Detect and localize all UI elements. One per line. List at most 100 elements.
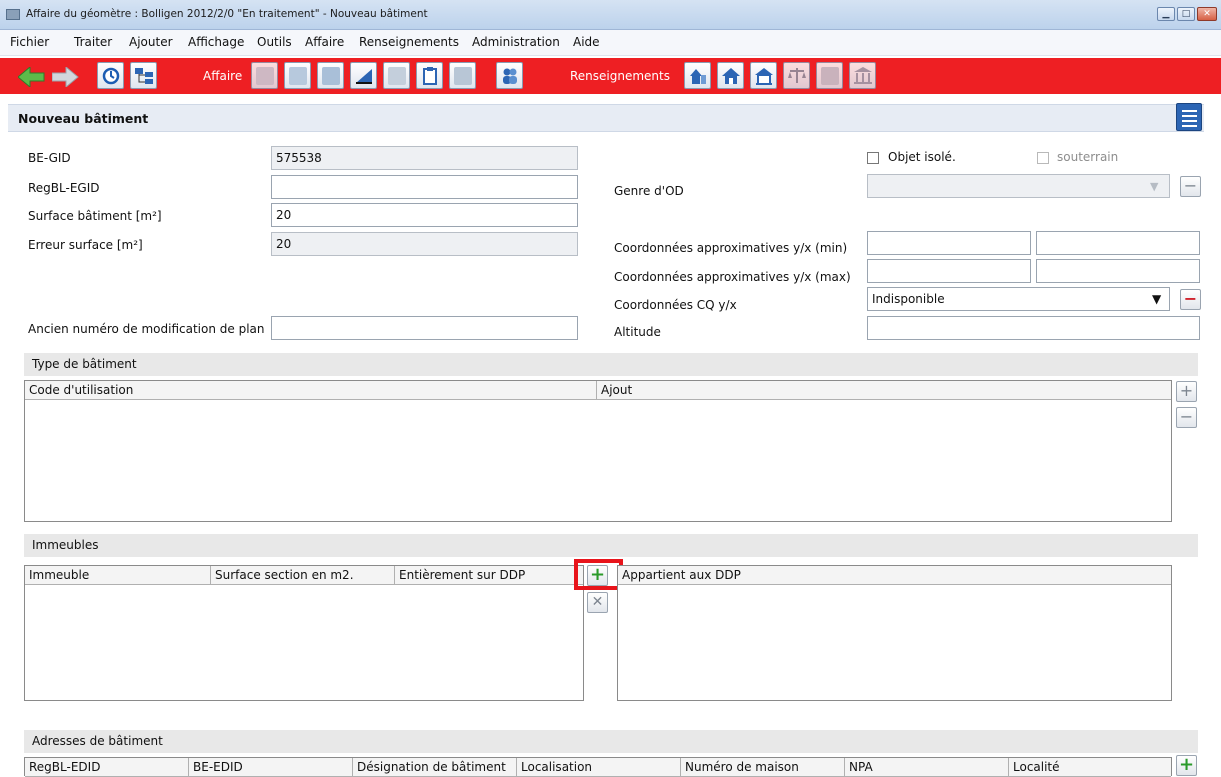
column-localisation[interactable]: Localisation [517,758,681,777]
surface-label: Surface bâtiment [m²] [28,209,162,223]
menu-affaire[interactable]: Affaire [305,35,344,49]
affaire-tool-2[interactable] [284,62,311,89]
renseignements-tool-6[interactable] [849,62,876,89]
altitude-input[interactable] [867,316,1200,340]
tree-view-button[interactable] [130,62,157,89]
renseignements-tool-2[interactable] [717,62,744,89]
report-icon [454,67,472,85]
genre-od-dropdown-icon[interactable]: ▼ [1150,180,1158,193]
clock-icon [102,67,120,85]
menu-renseignements[interactable]: Renseignements [359,35,459,49]
edit-document-icon [289,67,307,85]
coord-max-y-input[interactable] [867,259,1031,283]
coord-min-y-input[interactable] [867,231,1031,255]
coord-max-label: Coordonnées approximatives y/x (max) [614,270,851,284]
affaire-tool-3[interactable] [317,62,344,89]
maximize-button[interactable]: □ [1177,7,1195,21]
renseignements-tool-3[interactable] [750,62,777,89]
column-npa[interactable]: NPA [845,758,1009,777]
menu-aide[interactable]: Aide [573,35,600,49]
toolbar-affaire-label: Affaire [203,69,243,83]
adresse-add-button[interactable]: + [1176,755,1197,776]
coord-cq-dropdown-icon[interactable]: ▼ [1152,292,1161,306]
affaire-tool-4[interactable] [350,62,377,89]
renseignements-tool-1[interactable] [684,62,711,89]
document-clock-icon [256,67,274,85]
be-gid-label: BE-GID [28,151,71,165]
menu-bar: Fichier Traiter Ajouter Affichage Outils… [0,30,1221,56]
adresses-table[interactable]: RegBL-EDID BE-EDID Désignation de bâtime… [24,757,1172,777]
ancien-numero-label: Ancien numéro de modification de plan [28,322,265,336]
erreur-surface-field: 20 [271,232,578,256]
affaire-tool-5[interactable] [383,62,410,89]
column-immeuble[interactable]: Immeuble [25,566,211,585]
regbl-egid-input[interactable] [271,175,578,199]
column-appartient-ddp[interactable]: Appartient aux DDP [618,566,1171,585]
toolbar: Affaire Renseignements [0,58,1221,94]
scales-icon [788,68,806,83]
toolbar-renseignements-label: Renseignements [570,69,670,83]
panel-title: Nouveau bâtiment [18,111,149,126]
souterrain-checkbox[interactable] [1037,152,1049,164]
immeubles-header: Immeubles [24,534,1198,557]
objet-isole-checkbox[interactable] [867,152,879,164]
history-button[interactable] [97,62,124,89]
immeubles-table[interactable]: Immeuble Surface section en m2. Entièrem… [24,565,584,701]
tree-icon [135,68,153,84]
coord-min-x-input[interactable] [1036,231,1200,255]
genre-od-clear-button[interactable]: − [1180,176,1201,197]
institution-icon [854,67,872,84]
column-designation[interactable]: Désignation de bâtiment [353,758,517,777]
list-view-icon[interactable] [1176,103,1202,131]
surface-input[interactable]: 20 [271,203,578,227]
ddp-table[interactable]: Appartient aux DDP [617,565,1172,701]
affaire-tool-1[interactable] [251,62,278,89]
menu-traiter[interactable]: Traiter [74,35,112,49]
documents-icon [388,67,406,85]
window-title: Affaire du géomètre : Bolligen 2012/2/0 … [26,8,428,20]
coord-cq-select[interactable]: Indisponible [867,287,1170,311]
forward-arrow-icon[interactable] [52,67,80,87]
close-button[interactable]: ✕ [1197,7,1217,21]
column-numero-maison[interactable]: Numéro de maison [681,758,845,777]
type-remove-button[interactable]: − [1176,407,1197,428]
type-batiment-header: Type de bâtiment [24,353,1198,376]
affaire-tool-8[interactable] [496,62,523,89]
menu-ajouter[interactable]: Ajouter [129,35,173,49]
menu-outils[interactable]: Outils [257,35,292,49]
column-ajout[interactable]: Ajout [597,381,1171,400]
affaire-tool-7[interactable] [449,62,476,89]
measure-icon [356,69,372,84]
menu-fichier[interactable]: Fichier [10,35,49,49]
renseignements-tool-4[interactable] [783,62,810,89]
column-surface-section[interactable]: Surface section en m2. [211,566,395,585]
window-title-bar: Affaire du géomètre : Bolligen 2012/2/0 … [0,0,1221,30]
renseignements-tool-5[interactable] [816,62,843,89]
ancien-numero-input[interactable] [271,316,578,340]
genre-od-select[interactable] [867,174,1170,198]
coord-cq-remove-button[interactable]: − [1180,289,1201,310]
souterrain-label: souterrain [1057,150,1119,164]
coord-max-x-input[interactable] [1036,259,1200,283]
coord-cq-label: Coordonnées CQ y/x [614,298,737,312]
coord-min-label: Coordonnées approximatives y/x (min) [614,241,848,255]
houses-icon [690,69,706,84]
column-be-edid[interactable]: BE-EDID [189,758,353,777]
menu-affichage[interactable]: Affichage [188,35,244,49]
adresses-header: Adresses de bâtiment [24,730,1198,753]
type-add-button[interactable]: + [1176,381,1197,402]
erreur-surface-label: Erreur surface [m²] [28,238,143,252]
column-localite[interactable]: Localité [1009,758,1171,777]
ddp-add-button[interactable]: + [587,565,608,586]
menu-administration[interactable]: Administration [472,35,560,49]
affaire-tool-6[interactable] [416,62,443,89]
back-arrow-icon[interactable] [18,67,46,87]
column-regbl-edid[interactable]: RegBL-EDID [25,758,189,777]
check-document-icon [322,67,340,85]
type-batiment-table[interactable]: Code d'utilisation Ajout [24,380,1172,522]
registry-icon [821,67,839,85]
minimize-button[interactable]: ▁ [1157,7,1175,21]
column-entierement-ddp[interactable]: Entièrement sur DDP [395,566,583,585]
ddp-remove-button[interactable]: ✕ [587,592,608,613]
column-code-utilisation[interactable]: Code d'utilisation [25,381,597,400]
